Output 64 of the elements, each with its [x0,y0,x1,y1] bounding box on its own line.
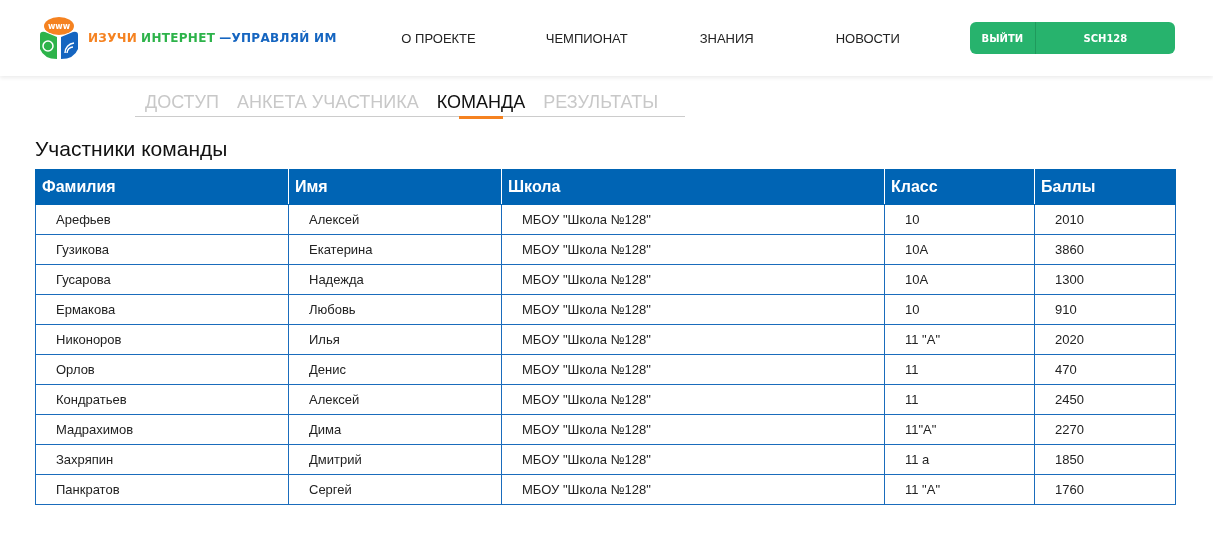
table-cell: Ермакова [35,294,289,325]
table-cell: Любовь [288,294,502,325]
table-cell: 2270 [1034,414,1176,445]
table-cell: Никоноров [35,324,289,355]
table-cell: 10А [884,264,1035,295]
logo-text: ИЗУЧИ [88,31,138,45]
table-cell: Алексей [288,384,502,415]
nav-link[interactable]: О ПРОЕКТЕ [401,30,476,46]
section-title: Участники команды [35,137,229,161]
nav-link[interactable]: ЗНАНИЯ [699,30,754,46]
table-cell: Гузикова [35,234,289,265]
nav-link[interactable]: ЧЕМПИОНАТ [545,30,628,46]
column-header: Имя [288,169,502,205]
table-cell: МБОУ "Школа №128" [501,234,885,265]
table-cell: Денис [288,354,502,385]
table-cell: 10 [884,294,1035,325]
logo-text: —УПРАВЛЯЙ ИМ [219,31,337,45]
table-cell: 11 "А" [884,324,1035,355]
table-cell: МБОУ "Школа №128" [501,294,885,325]
table-cell: 11 [884,384,1035,415]
table-cell: Илья [288,324,502,355]
tab[interactable]: КОМАНДА [436,92,526,116]
table-cell: 11 [884,354,1035,385]
table-cell: МБОУ "Школа №128" [501,444,885,475]
table-cell: Захряпин [35,444,289,475]
nav-link[interactable]: НОВОСТИ [835,30,900,46]
table-cell: Мадрахимов [35,414,289,445]
table-cell: 1300 [1034,264,1176,295]
table-cell: МБОУ "Школа №128" [501,324,885,355]
column-header: Школа [501,169,885,205]
table-cell: 1850 [1034,444,1176,475]
column-header: Фамилия [35,169,289,205]
table-cell: 10 [884,204,1035,235]
table-cell: 2010 [1034,204,1176,235]
table-cell: Екатерина [288,234,502,265]
table-cell: Орлов [35,354,289,385]
table-cell: 470 [1034,354,1176,385]
table-cell: 11"А" [884,414,1035,445]
table-cell: Панкратов [35,474,289,505]
table-cell: МБОУ "Школа №128" [501,204,885,235]
table-cell: 2450 [1034,384,1176,415]
table-cell: Гусарова [35,264,289,295]
table-cell: Сергей [288,474,502,505]
table-cell: 3860 [1034,234,1176,265]
table-cell: Алексей [288,204,502,235]
table-cell: Дима [288,414,502,445]
table-cell: МБОУ "Школа №128" [501,474,885,505]
column-header: Класс [884,169,1035,205]
table-cell: 1760 [1034,474,1176,505]
table-cell: Арефьев [35,204,289,235]
table-cell: Кондратьев [35,384,289,415]
logo-text: ИНТЕРНЕТ [141,31,216,45]
table-cell: 910 [1034,294,1176,325]
table-cell: Дмитрий [288,444,502,475]
table-cell: 10А [884,234,1035,265]
table-cell: 11 "А" [884,474,1035,505]
table-cell: 11 а [884,444,1035,475]
table-cell: МБОУ "Школа №128" [501,264,885,295]
table-cell: МБОУ "Школа №128" [501,384,885,415]
table-cell: 2020 [1034,324,1176,355]
table-cell: МБОУ "Школа №128" [501,414,885,445]
table-cell: Надежда [288,264,502,295]
table-cell: МБОУ "Школа №128" [501,354,885,385]
column-header: Баллы [1034,169,1176,205]
